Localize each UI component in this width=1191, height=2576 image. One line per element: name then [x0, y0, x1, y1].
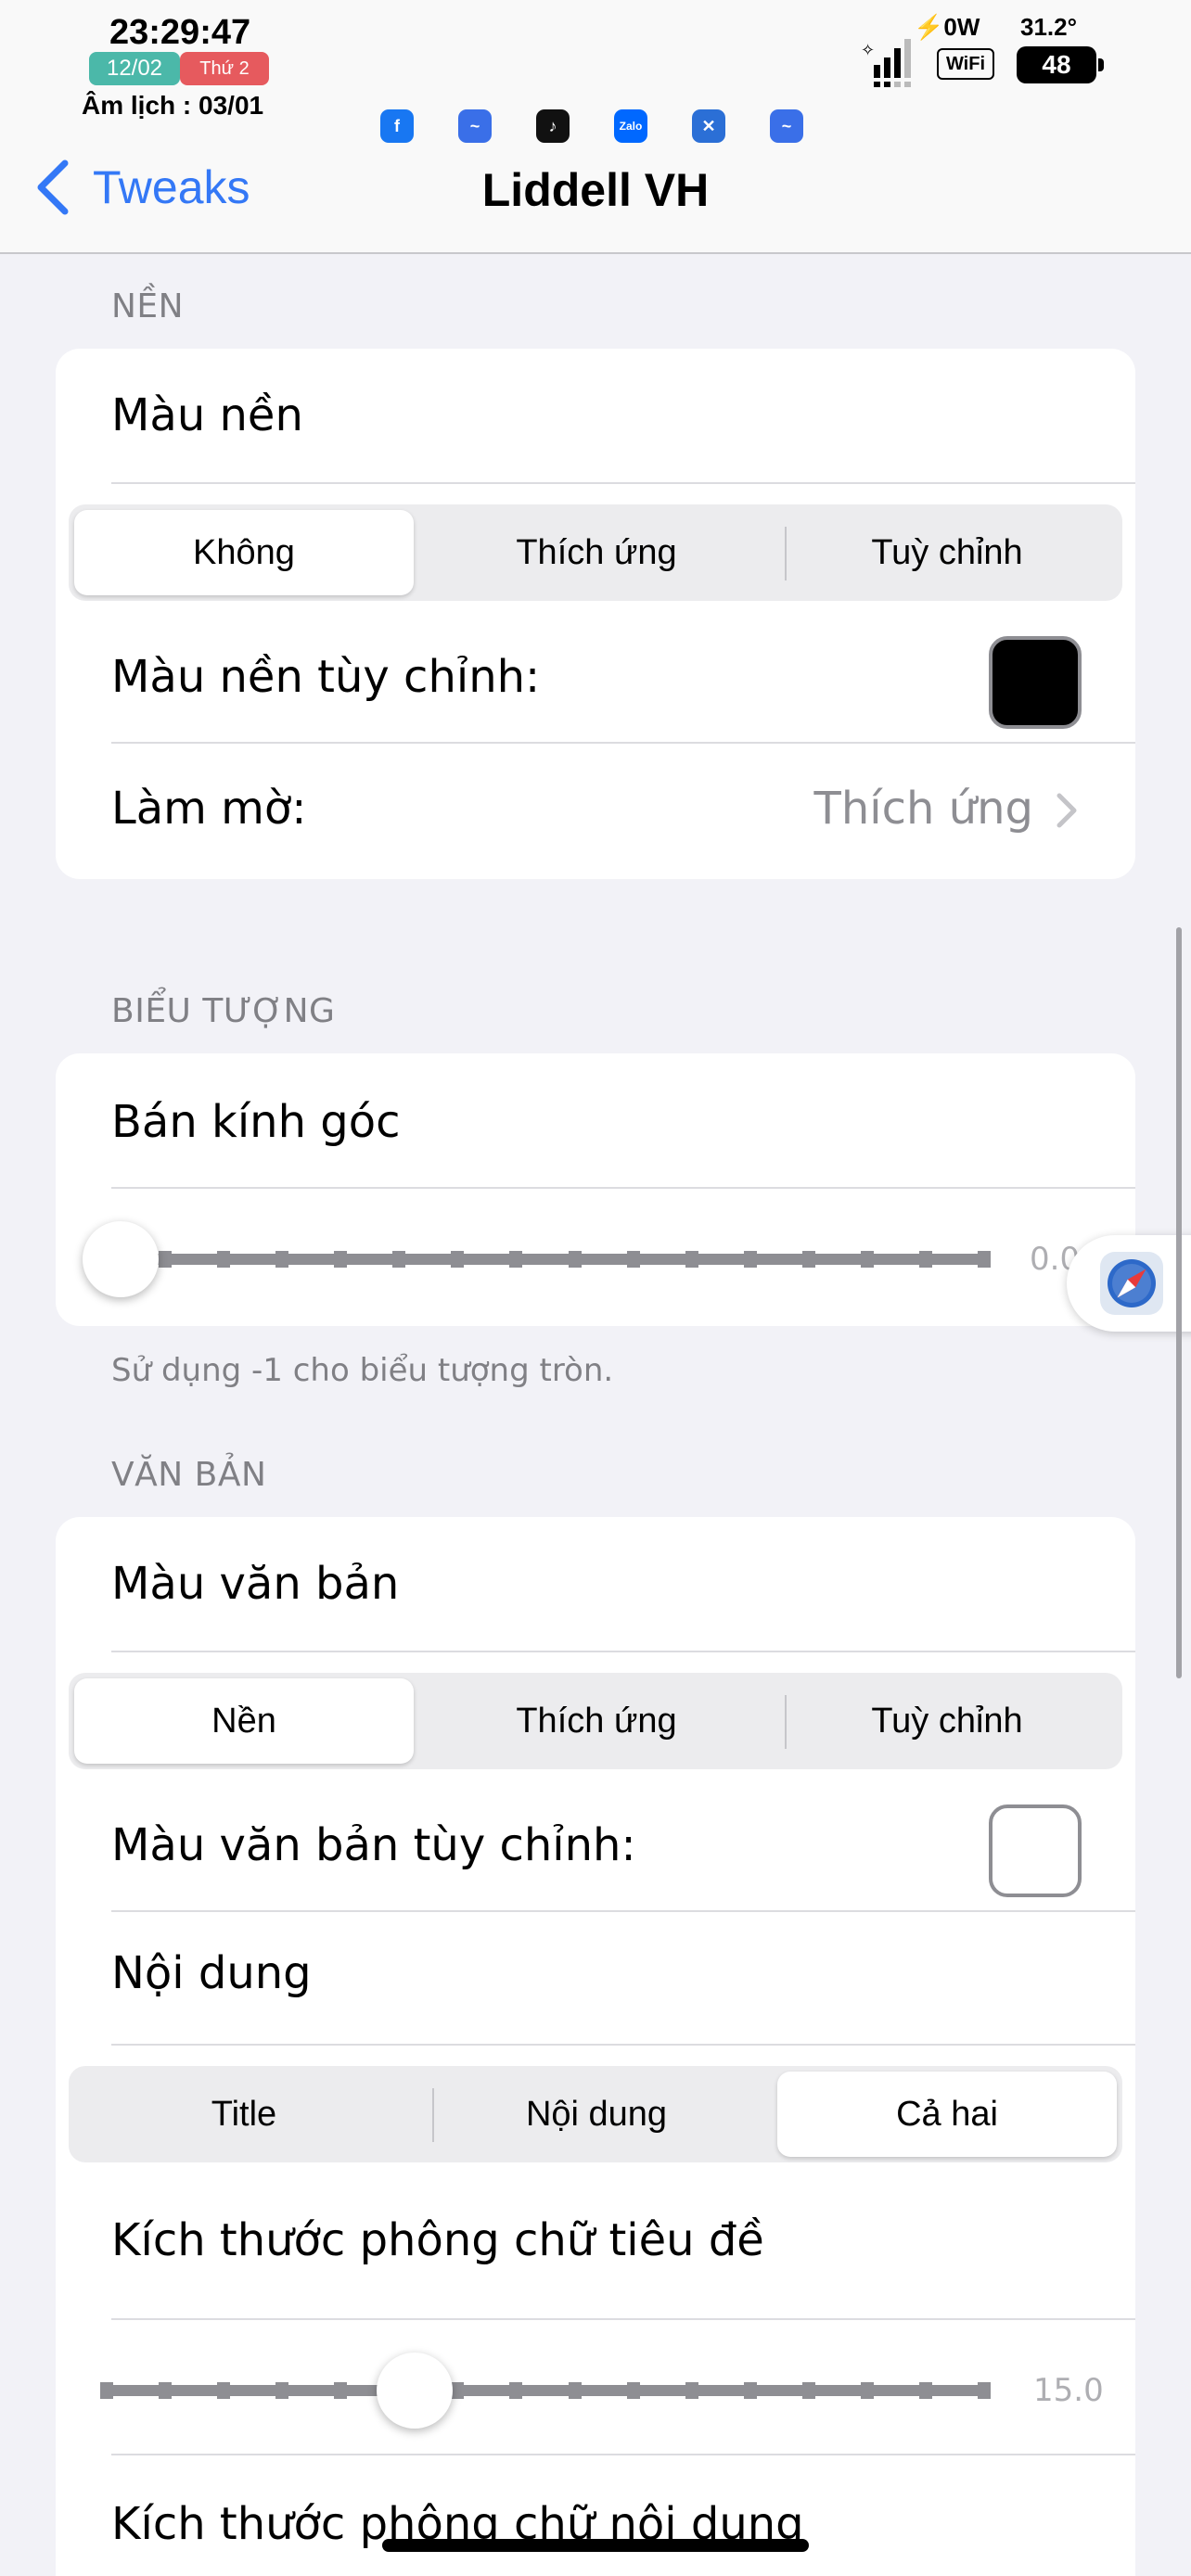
- slider-tick: [743, 1251, 757, 1268]
- home-indicator[interactable]: [382, 2539, 809, 2552]
- slider-tick: [626, 2382, 640, 2399]
- messenger-icon: ~: [458, 109, 492, 143]
- slider-tick: [685, 1251, 698, 1268]
- title-font-size-slider[interactable]: [100, 2382, 991, 2399]
- blur-label: Làm mờ:: [111, 783, 307, 835]
- slider-tick: [918, 2382, 932, 2399]
- temperature-readout: 31.2°: [1020, 13, 1078, 41]
- navigation-bar: 23:29:47 12/02 Thứ 2 Âm lịch : 03/01 f ~…: [0, 0, 1191, 254]
- scroll-indicator[interactable]: [1176, 927, 1182, 1678]
- wifi-icon: WiFi: [937, 48, 994, 80]
- slider-tick: [801, 1251, 815, 1268]
- section-header-icon: BIỂU TƯỢNG: [111, 992, 336, 1030]
- text-color-segmented-control[interactable]: Nền Thích ứng Tuỳ chỉnh: [69, 1673, 1122, 1769]
- segment-adaptive[interactable]: Thích ứng: [427, 1678, 766, 1764]
- notification-icons: f ~ ♪ Zalo ✕ ~: [380, 109, 803, 143]
- content-segmented-control[interactable]: Title Nội dung Cả hai: [69, 2066, 1122, 2162]
- text-settings-card: Màu văn bản Nền Thích ứng Tuỳ chỉnh Màu …: [56, 1517, 1135, 2576]
- date-badge: 12/02: [89, 52, 180, 85]
- lunar-date: Âm lịch : 03/01: [82, 91, 264, 120]
- slider-tick: [978, 2382, 991, 2399]
- safari-icon: [1100, 1252, 1163, 1315]
- corner-radius-slider[interactable]: [100, 1251, 991, 1268]
- slider-tick: [918, 1251, 932, 1268]
- slider-tick: [334, 1251, 348, 1268]
- segment-custom[interactable]: Tuỳ chỉnh: [777, 1678, 1117, 1764]
- floating-app-shortcut[interactable]: [1067, 1235, 1191, 1332]
- separator: [111, 1651, 1135, 1652]
- slider-tick: [334, 2382, 348, 2399]
- title-font-size-value: 15.0: [1033, 2372, 1104, 2409]
- slider-tick: [743, 2382, 757, 2399]
- slider-tick: [568, 1251, 582, 1268]
- slider-tick: [451, 1251, 465, 1268]
- custom-background-color-label: Màu nền tùy chỉnh:: [111, 651, 541, 703]
- slider-tick: [275, 1251, 289, 1268]
- cellular-signal-icon: ✧: [861, 39, 911, 87]
- background-color-label: Màu nền: [111, 389, 303, 441]
- battery-indicator: 48: [1017, 46, 1104, 83]
- content-label: Nội dung: [111, 1947, 312, 1999]
- slider-tick: [159, 2382, 173, 2399]
- separator: [111, 2318, 1135, 2320]
- blur-value[interactable]: Thích ứng: [814, 783, 1033, 835]
- status-clock: 23:29:47: [109, 13, 251, 52]
- slider-tick: [860, 2382, 874, 2399]
- section-header-text: VĂN BẢN: [111, 1456, 267, 1494]
- corner-radius-label: Bán kính góc: [111, 1096, 401, 1148]
- facebook-icon: f: [380, 109, 414, 143]
- separator: [111, 742, 1135, 744]
- page-title: Liddell VH: [481, 164, 710, 216]
- slider-tick: [685, 2382, 698, 2399]
- segment-adaptive[interactable]: Thích ứng: [427, 510, 766, 595]
- segment-none[interactable]: Không: [74, 510, 414, 595]
- custom-text-color-label: Màu văn bản tùy chỉnh:: [111, 1819, 636, 1871]
- background-color-well[interactable]: [989, 636, 1082, 729]
- segment-body[interactable]: Nội dung: [427, 2072, 766, 2157]
- icon-settings-card: Bán kính góc 0.0: [56, 1053, 1135, 1326]
- slider-tick: [509, 1251, 523, 1268]
- icon-section-footer: Sử dụng -1 cho biểu tượng tròn.: [111, 1352, 614, 1389]
- slider-tick: [275, 2382, 289, 2399]
- slider-tick: [860, 1251, 874, 1268]
- corner-radius-slider-thumb[interactable]: [83, 1221, 159, 1297]
- slider-tick: [100, 2382, 113, 2399]
- slider-tick: [159, 1251, 173, 1268]
- separator: [111, 2454, 1135, 2455]
- segment-title[interactable]: Title: [74, 2072, 414, 2157]
- separator: [111, 1910, 1135, 1912]
- separator: [111, 1187, 1135, 1189]
- section-header-background: NỀN: [111, 287, 185, 325]
- slider-tick: [392, 1251, 406, 1268]
- chevron-right-icon: [1057, 793, 1077, 828]
- text-color-well[interactable]: [989, 1804, 1082, 1897]
- slider-tick: [626, 1251, 640, 1268]
- power-readout: ⚡0W: [914, 13, 980, 41]
- zalo-icon: Zalo: [614, 109, 647, 143]
- background-color-segmented-control[interactable]: Không Thích ứng Tuỳ chỉnh: [69, 504, 1122, 601]
- segment-background[interactable]: Nền: [74, 1678, 414, 1764]
- slider-tick: [801, 2382, 815, 2399]
- segment-both[interactable]: Cả hai: [777, 2072, 1117, 2157]
- separator: [111, 482, 1135, 484]
- segment-custom[interactable]: Tuỳ chỉnh: [777, 510, 1117, 595]
- svg-text:✧: ✧: [861, 41, 875, 60]
- safari-icon: ✕: [692, 109, 725, 143]
- separator: [111, 2044, 1135, 2046]
- background-settings-card: Màu nền Không Thích ứng Tuỳ chỉnh Màu nề…: [56, 349, 1135, 879]
- tiktok-icon: ♪: [536, 109, 570, 143]
- slider-tick: [217, 2382, 231, 2399]
- slider-tick: [568, 2382, 582, 2399]
- slider-tick: [451, 2382, 465, 2399]
- title-font-size-label: Kích thước phông chữ tiêu đề: [111, 2214, 764, 2266]
- weekday-badge: Thứ 2: [180, 52, 269, 85]
- slider-tick: [509, 2382, 523, 2399]
- title-font-size-slider-thumb[interactable]: [376, 2353, 453, 2429]
- text-color-label: Màu văn bản: [111, 1558, 400, 1610]
- slider-tick: [978, 1251, 991, 1268]
- slider-tick: [217, 1251, 231, 1268]
- messenger-icon: ~: [770, 109, 803, 143]
